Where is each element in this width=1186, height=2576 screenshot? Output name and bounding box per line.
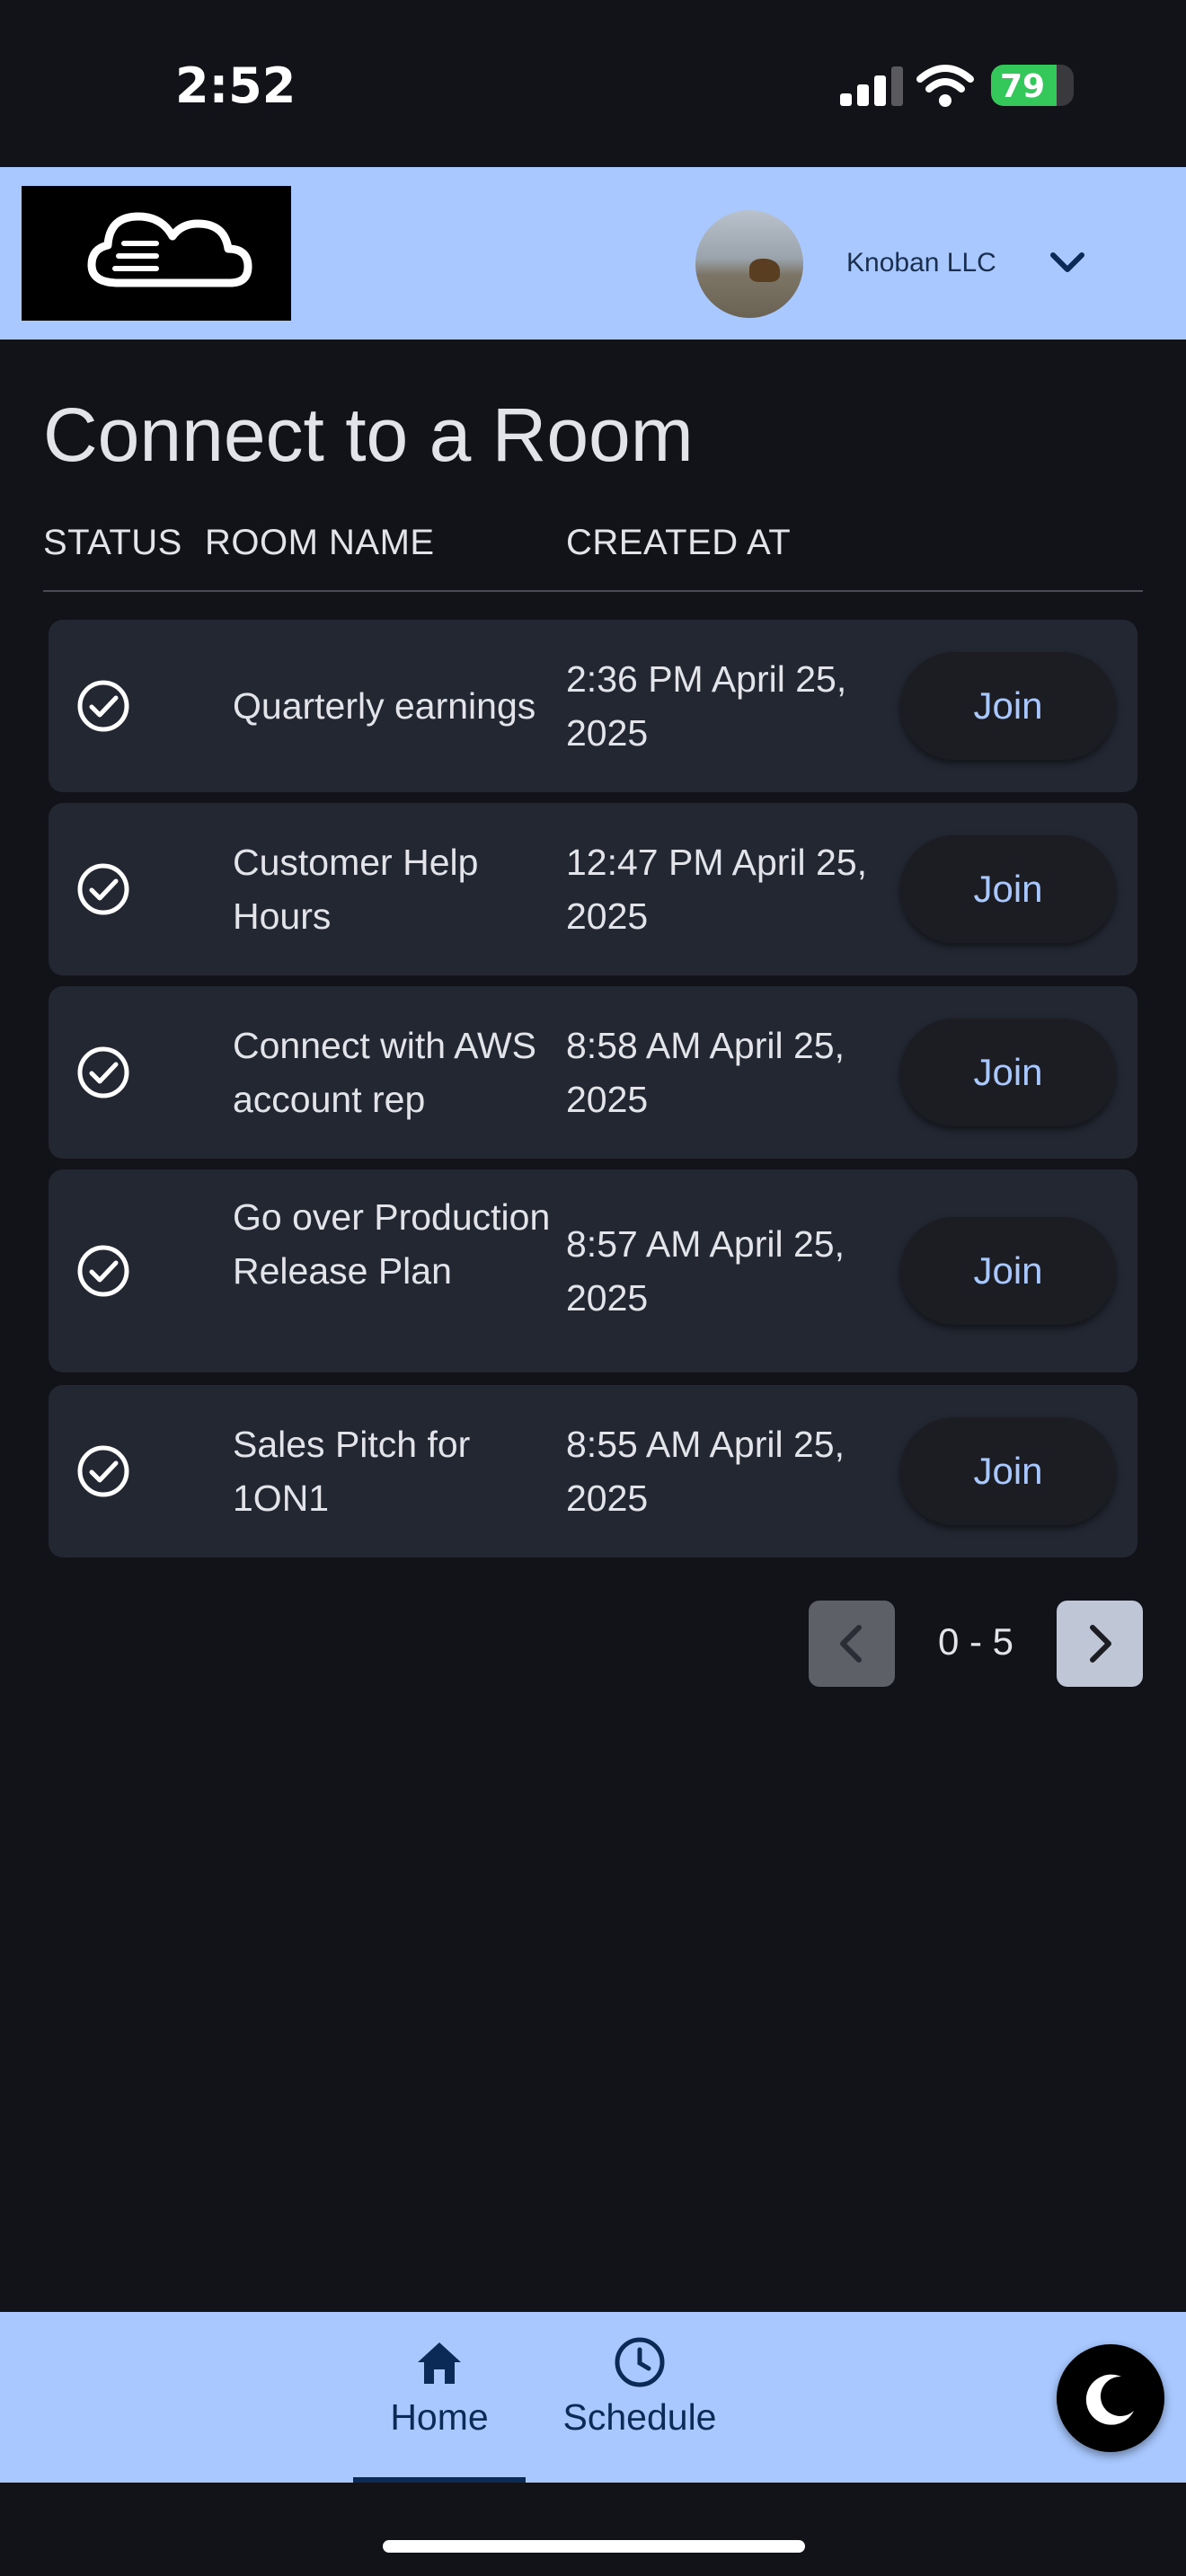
status-time: 2:52: [175, 57, 296, 114]
status-bar: 2:52 79: [0, 0, 1186, 167]
room-created-at: 8:57 AM April 25, 2025: [566, 1223, 845, 1319]
room-created-at: 8:58 AM April 25, 2025: [566, 1025, 845, 1120]
next-page-button[interactable]: [1057, 1601, 1143, 1687]
nav-item-home[interactable]: Home: [353, 2335, 526, 2439]
check-circle-icon: [77, 863, 129, 915]
nav-item-schedule[interactable]: Schedule: [550, 2335, 730, 2439]
cellular-signal-icon: [840, 66, 903, 106]
home-icon: [418, 2342, 461, 2384]
moon-icon: [1085, 2374, 1134, 2425]
pagination-label: 0 - 5: [938, 1620, 1014, 1663]
wifi-icon: [916, 65, 974, 107]
cloud-icon: [87, 212, 252, 287]
column-header-room-name: ROOM NAME: [205, 523, 435, 562]
check-circle-icon: [77, 680, 129, 732]
column-header-status: STATUS: [43, 523, 182, 562]
room-name: Quarterly earnings: [233, 685, 536, 727]
battery-icon: 79: [991, 65, 1074, 106]
nav-label-home: Home: [390, 2396, 489, 2438]
org-name[interactable]: Knoban LLC: [846, 248, 996, 278]
home-indicator: [383, 2540, 805, 2553]
room-name: Sales Pitch for 1ON1: [233, 1424, 471, 1519]
room-name: Go over Production Release Plan: [233, 1196, 551, 1292]
room-row: Go over Production Release Plan 8:57 AM …: [49, 1169, 1137, 1372]
nav-active-indicator: [353, 2477, 526, 2483]
previous-page-button[interactable]: [809, 1601, 895, 1687]
room-created-at: 8:55 AM April 25, 2025: [566, 1424, 845, 1519]
column-header-created-at: CREATED AT: [566, 523, 792, 562]
join-button[interactable]: Join: [900, 1217, 1116, 1325]
chevron-right-icon: [1090, 1625, 1111, 1663]
page-title: Connect to a Room: [43, 393, 694, 477]
chevron-down-icon[interactable]: [1046, 246, 1089, 282]
room-row: Connect with AWS account rep 8:58 AM Apr…: [49, 986, 1137, 1159]
header-divider: [43, 590, 1143, 592]
user-avatar[interactable]: [695, 210, 803, 318]
clock-icon: [615, 2337, 665, 2387]
join-button[interactable]: Join: [900, 1417, 1116, 1525]
room-created-at: 2:36 PM April 25, 2025: [566, 658, 847, 754]
nav-label-schedule: Schedule: [562, 2396, 717, 2438]
room-name: Connect with AWS account rep: [233, 1025, 537, 1120]
app-logo[interactable]: [22, 186, 291, 321]
room-row: Quarterly earnings 2:36 PM April 25, 202…: [49, 620, 1137, 792]
check-circle-icon: [77, 1445, 129, 1497]
battery-level: 79: [1000, 68, 1046, 105]
join-button[interactable]: Join: [900, 835, 1116, 943]
room-row: Customer Help Hours 12:47 PM April 25, 2…: [49, 803, 1137, 975]
room-created-at: 12:47 PM April 25, 2025: [566, 842, 868, 937]
room-row: Sales Pitch for 1ON1 8:55 AM April 25, 2…: [49, 1385, 1137, 1557]
chevron-left-icon: [840, 1625, 862, 1663]
join-button[interactable]: Join: [900, 1019, 1116, 1126]
join-button[interactable]: Join: [900, 652, 1116, 760]
room-name: Customer Help Hours: [233, 842, 479, 937]
theme-toggle-button[interactable]: [1057, 2344, 1164, 2452]
check-circle-icon: [77, 1046, 129, 1098]
check-circle-icon: [77, 1245, 129, 1297]
